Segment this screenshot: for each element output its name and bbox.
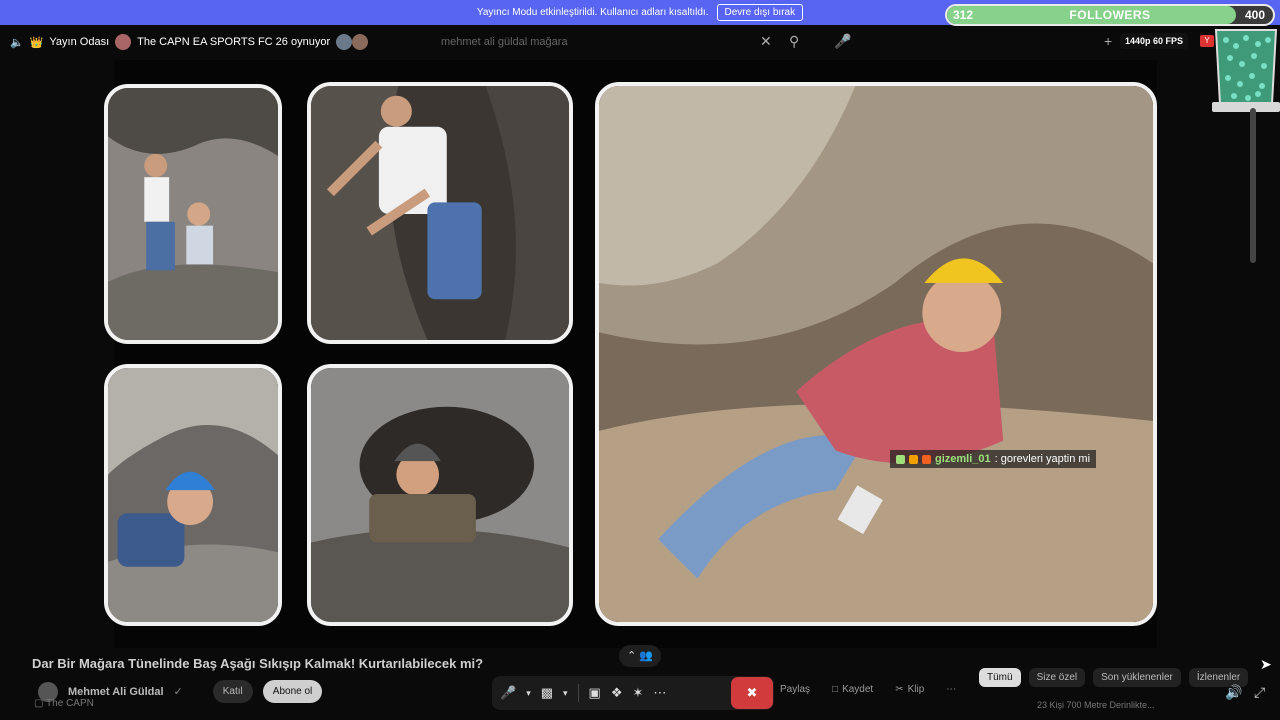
divider: [577, 684, 579, 702]
activities-icon[interactable]: ❖: [611, 685, 623, 701]
chat-username: gizemli_01: [935, 453, 991, 465]
create-icon[interactable]: +: [1104, 33, 1112, 49]
subscribe-button[interactable]: Abone ol: [262, 680, 323, 703]
photo-tile-group: [104, 84, 282, 344]
goal-label: FOLLOWERS: [1069, 8, 1151, 22]
microphone-toggle-icon[interactable]: 🎤: [500, 685, 516, 701]
disable-streamer-mode-button[interactable]: Devre dışı bırak: [716, 4, 804, 21]
speaker-icon[interactable]: 🔈: [10, 36, 24, 49]
leave-call-button[interactable]: ✖: [731, 677, 773, 709]
source-name: The CAPN: [46, 698, 94, 709]
bean-cup-overlay: [1212, 29, 1280, 112]
scissors-icon: ✂: [895, 684, 904, 695]
photo-tile-climber: [307, 82, 573, 344]
more-options-icon[interactable]: ⋯: [653, 685, 666, 701]
search-input[interactable]: mehmet ali güldal mağara: [435, 31, 785, 53]
bookmark-icon: □: [832, 684, 839, 695]
expand-controls-button[interactable]: ⌃ 👥: [619, 645, 661, 667]
microphone-icon[interactable]: 🎤: [834, 33, 851, 50]
page-scrollbar[interactable]: [1250, 108, 1256, 263]
next-video-title[interactable]: 23 Kişi 700 Metre Derinlikte...: [1037, 700, 1155, 710]
camera-options-chevron-icon[interactable]: ▾: [563, 688, 568, 699]
quality-badge: 1440p 60 FPS: [1120, 33, 1189, 49]
verified-icon: ✓: [173, 686, 183, 698]
mouse-cursor-icon: ➤: [1260, 656, 1272, 672]
screen-share-icon: ▢: [34, 698, 44, 709]
chat-overlay-message: gizemli_01 : gorevleri yaptin mi: [890, 450, 1097, 468]
camera-off-icon[interactable]: ▩: [541, 685, 553, 701]
exit-fullscreen-icon[interactable]: ⤢: [1254, 684, 1265, 701]
stream-header: 🔈 👑 Yayın Odası The CAPN EA SPORTS FC 26…: [0, 34, 369, 50]
top-overlay-bar: 🔈 👑 Yayın Odası The CAPN EA SPORTS FC 26…: [0, 25, 1280, 59]
source-label: ▢ The CAPN: [34, 698, 94, 709]
share-label: Paylaş: [780, 684, 811, 695]
mic-options-chevron-icon[interactable]: ▾: [526, 688, 531, 699]
clear-search-icon[interactable]: ✕: [760, 33, 772, 50]
join-button[interactable]: Katıl: [212, 680, 253, 703]
crown-icon: 👑: [29, 36, 44, 49]
soundboard-icon[interactable]: ✶: [633, 685, 644, 701]
chip-all[interactable]: Tümü: [979, 668, 1021, 687]
video-stage[interactable]: mag: [104, 60, 1157, 648]
save-button[interactable]: □ Kaydet: [832, 684, 873, 695]
clip-button[interactable]: ✂ Klip: [895, 684, 924, 695]
room-name[interactable]: Yayın Odası: [49, 36, 109, 48]
screen-share-button-icon[interactable]: ▣: [589, 685, 601, 701]
chip-for-you[interactable]: Size özel: [1028, 668, 1086, 687]
chip-recent[interactable]: Son yüklenenler: [1093, 668, 1181, 687]
viewer-avatar-2: [352, 34, 369, 50]
goal-end-value: 400: [1244, 8, 1265, 22]
search-icon[interactable]: ⚲: [789, 33, 799, 50]
clip-label: Klip: [907, 684, 925, 695]
followers-goal-bar: 312 FOLLOWERS 400: [945, 4, 1275, 26]
banner-message: Yayıncı Modu etkinleştirildi. Kullanıcı …: [476, 7, 709, 18]
plus-badge-icon: [896, 454, 905, 464]
save-label: Kaydet: [842, 684, 874, 695]
sub-badge-icon: [909, 454, 918, 464]
share-button[interactable]: Paylaş: [780, 684, 810, 695]
viewer-avatar-1: [336, 34, 353, 50]
recommendation-chips: Tümü Size özel Son yüklenenler İzlenenle…: [979, 668, 1249, 687]
crown-badge-icon: [922, 454, 931, 464]
streamer-avatar: [115, 34, 132, 50]
photo-tile-main: mag: [595, 82, 1157, 626]
photo-tile-boy: [307, 364, 573, 626]
stream-title[interactable]: The CAPN EA SPORTS FC 26 oynuyor: [137, 36, 330, 48]
video-title: Dar Bir Mağara Tünelinde Baş Aşağı Sıkış…: [32, 656, 484, 671]
photo-tile-helmet: [104, 364, 282, 626]
video-actions: Paylaş □ Kaydet ✂ Klip ⋯: [780, 684, 956, 695]
chat-message-text: : gorevleri yaptin mi: [994, 453, 1091, 465]
screen: Yayıncı Modu etkinleştirildi. Kullanıcı …: [0, 0, 1280, 720]
channel-name[interactable]: Mehmet Ali Güldal: [68, 686, 164, 698]
more-actions-icon[interactable]: ⋯: [946, 684, 956, 695]
volume-icon[interactable]: 🔊: [1225, 684, 1242, 701]
